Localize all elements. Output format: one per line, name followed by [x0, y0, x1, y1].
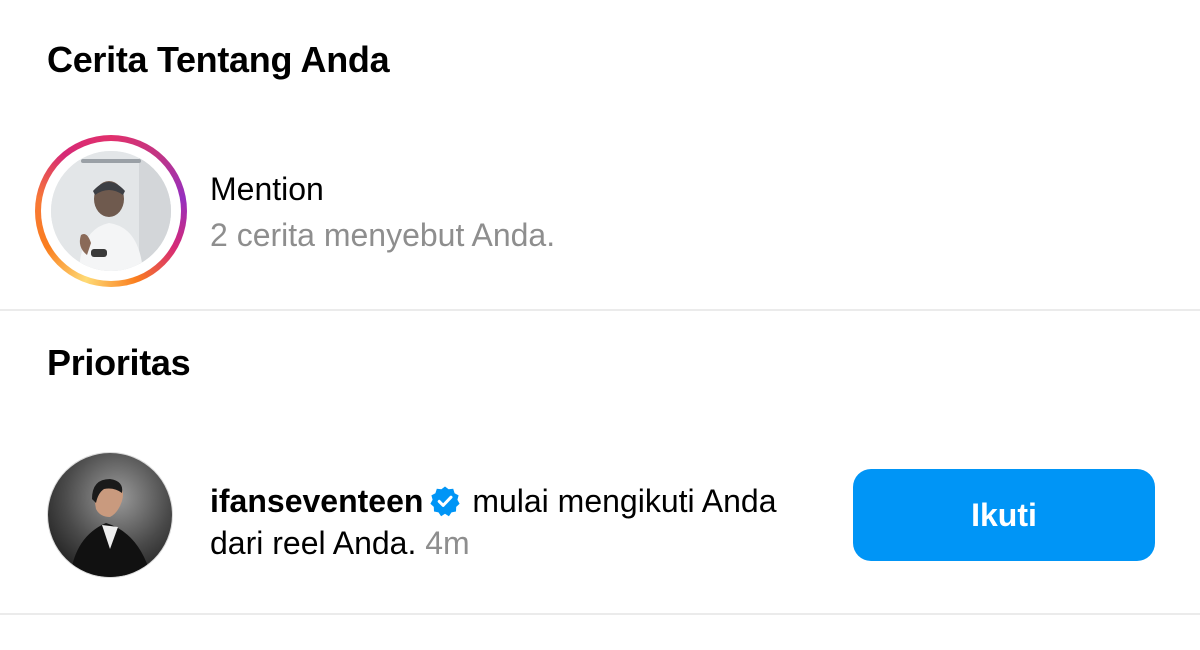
- user-avatar[interactable]: [47, 452, 173, 578]
- mention-subtitle: 2 cerita menyebut Anda.: [210, 217, 556, 253]
- notification-text: ifanseventeen mulai mengikuti Anda dari …: [210, 480, 830, 564]
- notification-time: 4m: [425, 525, 470, 561]
- section-divider: [0, 309, 1200, 311]
- avatar-photo: [48, 453, 172, 577]
- section-title-priority: Prioritas: [47, 342, 191, 383]
- notifications-page: Cerita Tentang Anda Mention 2 cerita men…: [0, 0, 1200, 650]
- story-thumbnail: [51, 151, 171, 271]
- notification-username[interactable]: ifanseventeen: [210, 483, 423, 519]
- section-divider: [0, 613, 1200, 615]
- follow-button[interactable]: Ikuti: [853, 469, 1155, 561]
- story-person-image: [51, 151, 171, 271]
- mention-title: Mention: [210, 171, 324, 207]
- verified-badge-icon: [430, 486, 461, 517]
- section-title-stories: Cerita Tentang Anda: [47, 39, 390, 80]
- story-mention-avatar[interactable]: [35, 135, 187, 287]
